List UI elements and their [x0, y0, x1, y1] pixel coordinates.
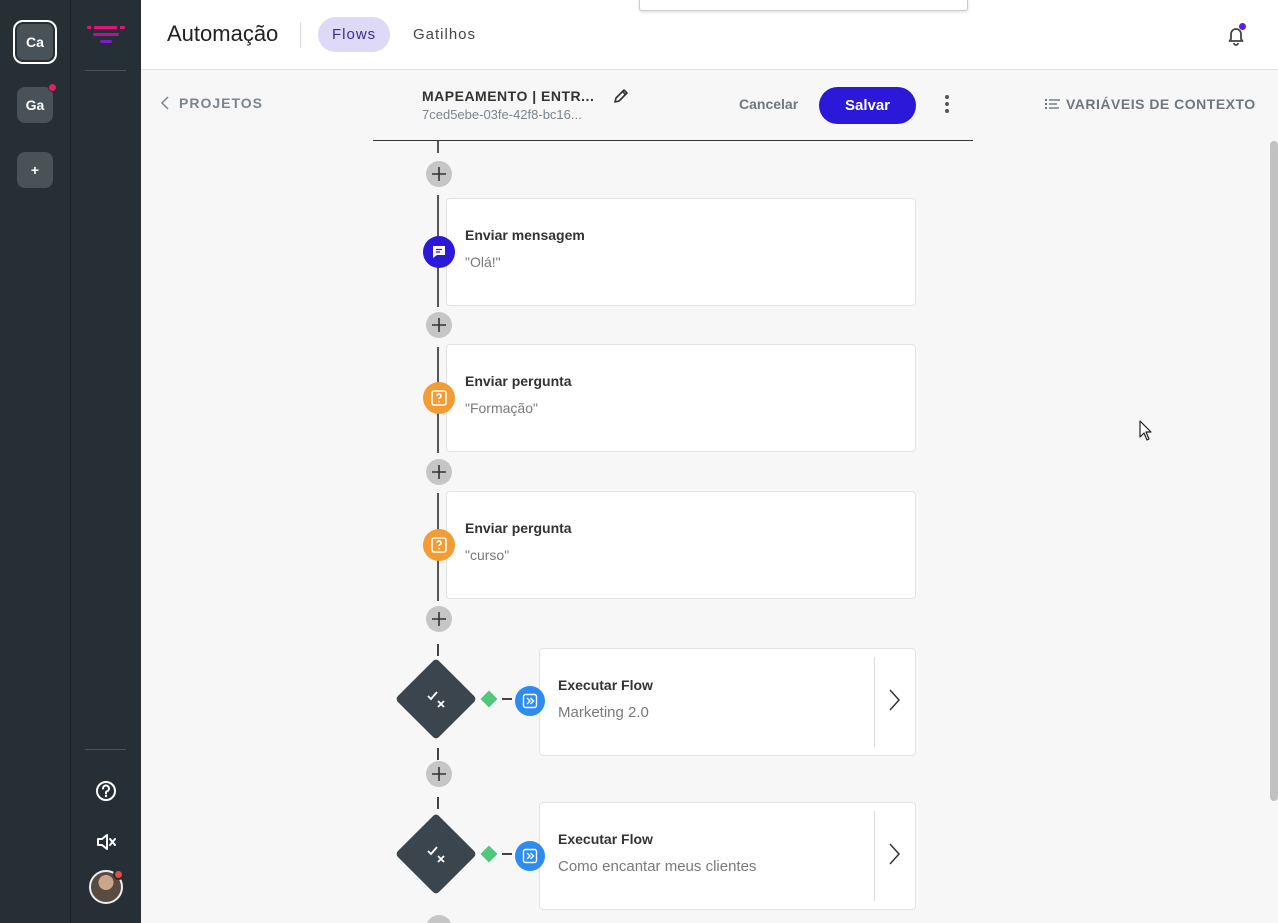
- step-card-question[interactable]: Enviar pergunta "curso": [446, 491, 916, 599]
- step-title: Enviar pergunta: [465, 373, 572, 389]
- step-title: Executar Flow: [558, 831, 653, 847]
- connector-dash: [437, 644, 439, 656]
- connector-dash: [437, 797, 439, 809]
- more-options-icon[interactable]: [937, 94, 957, 114]
- condition-true-dot: [480, 845, 498, 863]
- chevron-right-icon[interactable]: [888, 843, 901, 870]
- step-card-question[interactable]: Enviar pergunta "Formação": [446, 344, 916, 452]
- divider: [85, 749, 126, 750]
- divider: [300, 22, 301, 48]
- condition-icon: [422, 684, 452, 714]
- back-to-projects-link[interactable]: PROJETOS: [161, 95, 263, 111]
- flow-name: MAPEAMENTO | ENTR...: [422, 88, 595, 104]
- page-header: Automação Flows Gatilhos: [141, 0, 1278, 70]
- plus-icon: [432, 318, 446, 332]
- add-step-button[interactable]: [426, 161, 452, 187]
- list-icon: [1045, 99, 1060, 109]
- plus-icon: [432, 167, 446, 181]
- execute-flow-icon: [515, 841, 545, 871]
- add-step-button[interactable]: [426, 459, 452, 485]
- workspace-label: Ga: [25, 97, 45, 113]
- divider: [874, 811, 875, 901]
- chevron-left-icon: [161, 96, 169, 110]
- page-title: Automação: [167, 21, 279, 46]
- workspace-rail: Ca Ga +: [0, 0, 70, 923]
- add-step-button[interactable]: [426, 761, 452, 787]
- vertical-scrollbar[interactable]: [1270, 141, 1278, 801]
- plus-icon: [432, 767, 446, 781]
- connector-line: [437, 141, 439, 153]
- context-variables-button[interactable]: VARIÁVEIS DE CONTEXTO: [1045, 96, 1256, 112]
- divider: [85, 70, 126, 71]
- step-title: Enviar pergunta: [465, 520, 572, 536]
- step-content: Como encantar meus clientes: [558, 858, 757, 875]
- tab-flows[interactable]: Flows: [318, 17, 391, 52]
- avatar[interactable]: [89, 869, 124, 904]
- step-title: Enviar mensagem: [465, 227, 585, 243]
- context-variables-label: VARIÁVEIS DE CONTEXTO: [1066, 96, 1256, 112]
- add-workspace-button[interactable]: +: [17, 152, 53, 188]
- chevron-right-icon[interactable]: [888, 689, 901, 716]
- step-card-message[interactable]: Enviar mensagem "Olá!": [446, 198, 916, 306]
- plus-icon: [432, 612, 446, 626]
- notification-dot: [1239, 23, 1246, 30]
- cancel-button[interactable]: Cancelar: [739, 96, 798, 112]
- back-label: PROJETOS: [179, 95, 263, 111]
- save-button[interactable]: Salvar: [819, 87, 916, 124]
- step-content: "Olá!": [465, 254, 501, 270]
- brand-logo[interactable]: [87, 24, 125, 49]
- workspace-label: Ca: [26, 34, 44, 50]
- connector-dash: [502, 698, 512, 700]
- nav-sidebar: [70, 0, 141, 923]
- edit-name-icon[interactable]: [612, 87, 630, 110]
- add-icon: +: [30, 162, 40, 178]
- step-content: "curso": [465, 547, 510, 563]
- bell-icon[interactable]: [1225, 23, 1247, 46]
- mute-icon[interactable]: [93, 829, 119, 855]
- flow-id: 7ced5ebe-03fe-42f8-bc16...: [422, 107, 582, 122]
- add-step-button[interactable]: [426, 915, 452, 923]
- step-title: Executar Flow: [558, 677, 653, 693]
- step-content: "Formação": [465, 400, 538, 416]
- execute-flow-card[interactable]: Executar Flow Como encantar meus cliente…: [539, 802, 916, 910]
- condition-icon: [422, 839, 452, 869]
- execute-flow-card[interactable]: Executar Flow Marketing 2.0: [539, 648, 916, 756]
- workspace-ca[interactable]: Ca: [13, 20, 57, 64]
- question-icon: [423, 529, 455, 561]
- add-step-button[interactable]: [426, 606, 452, 632]
- condition-true-dot: [480, 690, 498, 708]
- workspace-ga[interactable]: Ga: [17, 83, 57, 123]
- notification-dot: [48, 83, 57, 92]
- dropdown-panel: [639, 0, 968, 11]
- question-icon: [423, 382, 455, 414]
- flow-canvas[interactable]: Enviar mensagem "Olá!" Enviar pergunta "…: [141, 141, 1278, 923]
- divider: [874, 657, 875, 747]
- status-dot: [113, 869, 124, 880]
- add-step-button[interactable]: [426, 312, 452, 338]
- help-icon[interactable]: [93, 778, 119, 804]
- flow-toolbar: PROJETOS MAPEAMENTO | ENTR... 7ced5ebe-0…: [141, 70, 1278, 141]
- plus-icon: [432, 465, 446, 479]
- tab-gatilhos[interactable]: Gatilhos: [399, 17, 490, 52]
- mouse-cursor-icon: [1139, 420, 1152, 446]
- execute-flow-icon: [515, 686, 545, 716]
- chat-icon: [423, 236, 455, 268]
- step-content: Marketing 2.0: [558, 704, 649, 721]
- connector-dash: [437, 748, 439, 760]
- connector-dash: [502, 853, 512, 855]
